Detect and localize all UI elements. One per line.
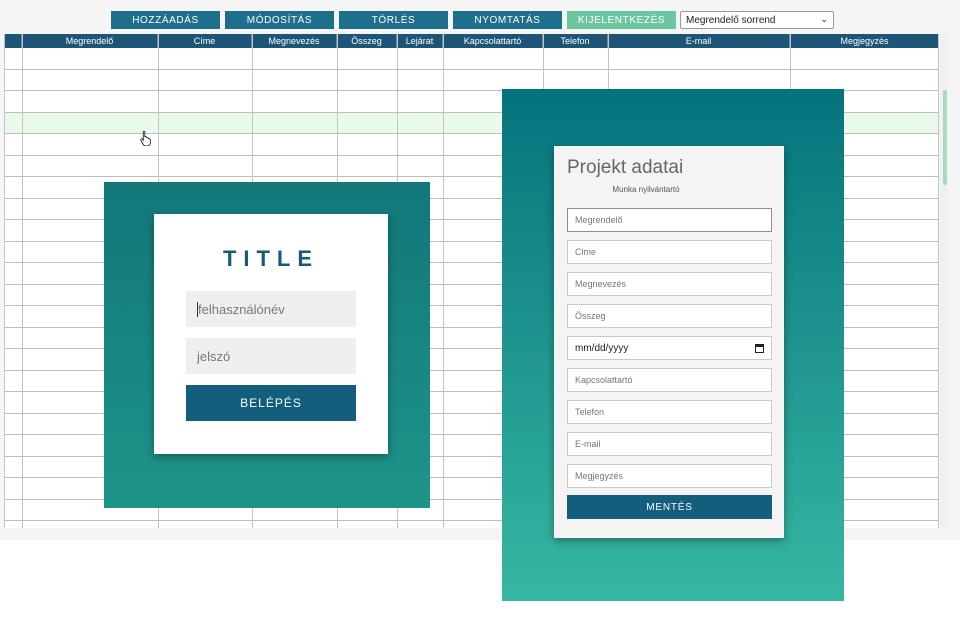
table-header: Megrendelő Címe Megnevezés Összeg Lejára…: [4, 34, 939, 48]
megnevezes-field[interactable]: Megnevezés: [567, 272, 772, 296]
login-button[interactable]: BELÉPÉS: [186, 385, 356, 421]
password-input[interactable]: jelszó: [186, 338, 356, 374]
field-placeholder: E-mail: [575, 439, 601, 449]
calendar-icon[interactable]: [755, 344, 764, 353]
login-title: TITLE: [222, 246, 320, 271]
column-header[interactable]: Címe: [158, 34, 252, 48]
column-header[interactable]: Összeg: [337, 34, 397, 48]
scrollbar-thumb[interactable]: [943, 90, 947, 185]
project-panel: Projekt adatai Munka nyilvántartó Megren…: [502, 89, 844, 601]
column-header[interactable]: Telefon: [543, 34, 608, 48]
project-form-subtitle: Munka nyilvántartó: [612, 185, 680, 194]
sort-select-value: Megrendelő sorrend: [686, 14, 776, 26]
field-placeholder: Cime: [575, 247, 597, 257]
email-field[interactable]: E-mail: [567, 432, 772, 456]
username-placeholder: felhasználónév: [198, 301, 285, 317]
column-divider: [443, 34, 444, 528]
logout-button[interactable]: KIJELENTKEZÉS: [567, 11, 676, 29]
field-placeholder: Kapcsolattartó: [575, 375, 633, 385]
table-row[interactable]: [4, 70, 939, 91]
cime-field[interactable]: Cime: [567, 240, 772, 264]
chevron-down-icon: ⌄: [820, 14, 828, 24]
password-placeholder: jelszó: [197, 348, 231, 364]
delete-button[interactable]: TÖRLÉS: [339, 11, 448, 29]
column-header[interactable]: Megjegyzés: [790, 34, 939, 48]
toolbar: HOZZÁADÁS MÓDOSÍTÁS TÖRLÉS NYOMTATÁS KIJ…: [0, 10, 960, 30]
field-placeholder: Megrendelő: [575, 215, 623, 225]
login-panel: TITLE felhasználónév jelszó BELÉPÉS: [104, 182, 430, 508]
hand-cursor-icon: [140, 130, 151, 146]
modify-button[interactable]: MÓDOSÍTÁS: [225, 11, 334, 29]
table-row[interactable]: [4, 48, 939, 70]
add-button[interactable]: HOZZÁADÁS: [111, 11, 220, 29]
project-form-card: Projekt adatai Munka nyilvántartó Megren…: [554, 146, 784, 538]
megjegyzes-field[interactable]: Megjegyzés: [567, 464, 772, 488]
field-placeholder: Megjegyzés: [575, 471, 624, 481]
login-card: TITLE felhasználónév jelszó BELÉPÉS: [154, 214, 388, 454]
print-button[interactable]: NYOMTATÁS: [453, 11, 562, 29]
column-divider: [4, 34, 5, 528]
row-index-header: [4, 34, 22, 48]
field-placeholder: Összeg: [575, 311, 606, 321]
column-header[interactable]: Megnevezés: [252, 34, 337, 48]
column-divider: [22, 34, 23, 528]
column-header[interactable]: Lejárat: [397, 34, 443, 48]
username-input[interactable]: felhasználónév: [186, 291, 356, 327]
kapcsolattarto-field[interactable]: Kapcsolattartó: [567, 368, 772, 392]
field-placeholder: Megnevezés: [575, 279, 627, 289]
project-form-title: Projekt adatai: [567, 157, 684, 178]
megrendelo-field[interactable]: Megrendelő: [567, 208, 772, 232]
field-placeholder: Telefon: [575, 407, 605, 417]
sort-select[interactable]: Megrendelő sorrend ⌄: [680, 11, 834, 29]
column-header[interactable]: Kapcsolattartó: [443, 34, 543, 48]
column-divider: [938, 34, 939, 528]
osszeg-field[interactable]: Összeg: [567, 304, 772, 328]
telefon-field[interactable]: Telefon: [567, 400, 772, 424]
save-button[interactable]: MENTÉS: [567, 495, 772, 519]
date-format-placeholder: mm/dd/yyyy: [575, 342, 629, 354]
column-header[interactable]: E-mail: [608, 34, 790, 48]
column-header[interactable]: Megrendelő: [22, 34, 158, 48]
lejarat-date-field[interactable]: mm/dd/yyyy: [567, 336, 772, 360]
